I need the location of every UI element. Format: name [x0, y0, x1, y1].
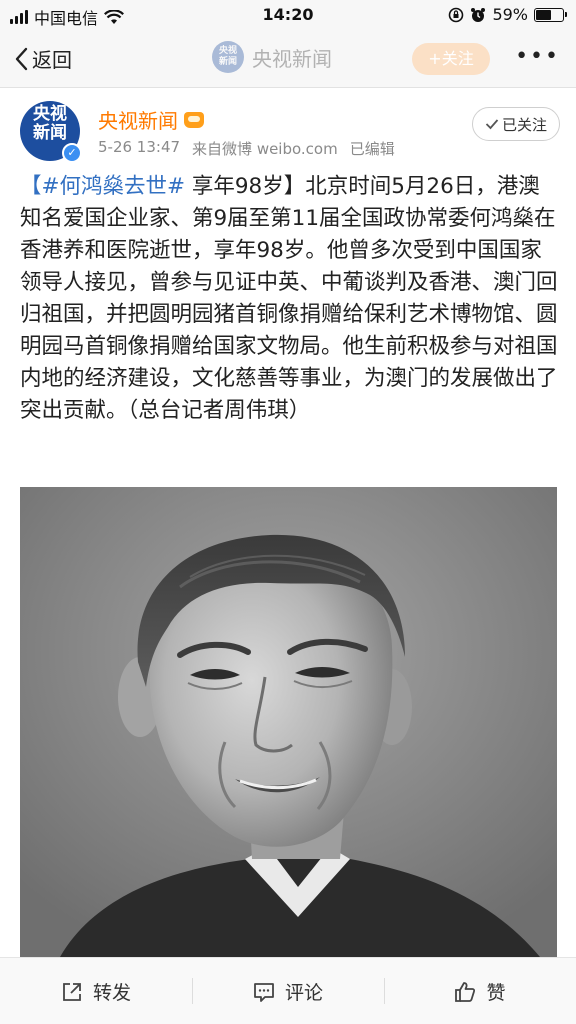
more-options-icon[interactable]: ••• [515, 44, 560, 69]
verified-badge-icon: ✓ [62, 143, 82, 163]
post-text: 【#何鸿燊去世# 享年98岁】北京时间5月26日，港澳知名爱国企业家、第9届至第… [20, 171, 558, 427]
like-button[interactable]: 赞 [384, 958, 576, 1024]
avatar-text-bottom: 新闻 [33, 123, 67, 143]
nav-account[interactable]: 央视 新闻 央视新闻 [212, 41, 332, 73]
like-label: 赞 [486, 982, 506, 1004]
avatar-text-top: 央视 [33, 104, 67, 124]
comment-button[interactable]: 评论 [192, 958, 384, 1024]
thumbs-up-icon [455, 981, 476, 1002]
check-icon [485, 119, 499, 130]
author-name-row[interactable]: 央视新闻 [98, 105, 204, 134]
repost-button[interactable]: 转发 [0, 958, 192, 1024]
battery-icon [534, 7, 567, 22]
post-body: 享年98岁】北京时间5月26日，港澳知名爱国企业家、第9届至第11届全国政协常委… [20, 174, 558, 423]
alarm-icon [471, 7, 486, 22]
author-name[interactable]: 央视新闻 [98, 105, 178, 134]
battery-fill [536, 9, 552, 20]
nav-avatar-text-bottom: 新闻 [218, 57, 237, 67]
portrait-photo [20, 487, 557, 957]
orientation-lock-icon [449, 7, 464, 22]
post-date: 5-26 13:47 [98, 138, 181, 156]
repost-label: 转发 [92, 982, 131, 1004]
chevron-left-icon [15, 47, 28, 70]
comment-label: 评论 [284, 982, 323, 1004]
nav-avatar: 央视 新闻 [212, 41, 244, 73]
nav-title: 央视新闻 [252, 46, 332, 71]
followed-label: 已关注 [501, 115, 547, 134]
nav-follow-button[interactable]: +关注 [412, 43, 490, 75]
followed-button[interactable]: 已关注 [472, 107, 560, 141]
status-bar: 中国电信 14:20 59% [0, 0, 576, 30]
comment-icon [254, 982, 274, 1002]
share-icon [63, 982, 81, 1001]
status-right: 59% [448, 5, 567, 24]
post-photo[interactable] [20, 487, 557, 957]
back-button[interactable]: 返回 [14, 44, 72, 73]
back-label: 返回 [32, 48, 72, 72]
vip-crown-icon [184, 111, 204, 128]
post-hashtag[interactable]: 【#何鸿燊去世# [20, 174, 185, 199]
post-meta: 5-26 13:47 来自微博 weibo.com 已编辑 [98, 138, 395, 159]
post-edited: 已编辑 [349, 140, 395, 158]
post-source: 来自微博 weibo.com [192, 140, 338, 158]
action-bar: 转发 评论 赞 [0, 957, 576, 1024]
author-avatar[interactable]: 央视 新闻 ✓ [20, 101, 82, 163]
nav-avatar-text-top: 央视 [218, 46, 237, 56]
battery-percent: 59% [492, 5, 528, 24]
nav-bar: 返回 央视 新闻 央视新闻 +关注 ••• [0, 30, 576, 88]
